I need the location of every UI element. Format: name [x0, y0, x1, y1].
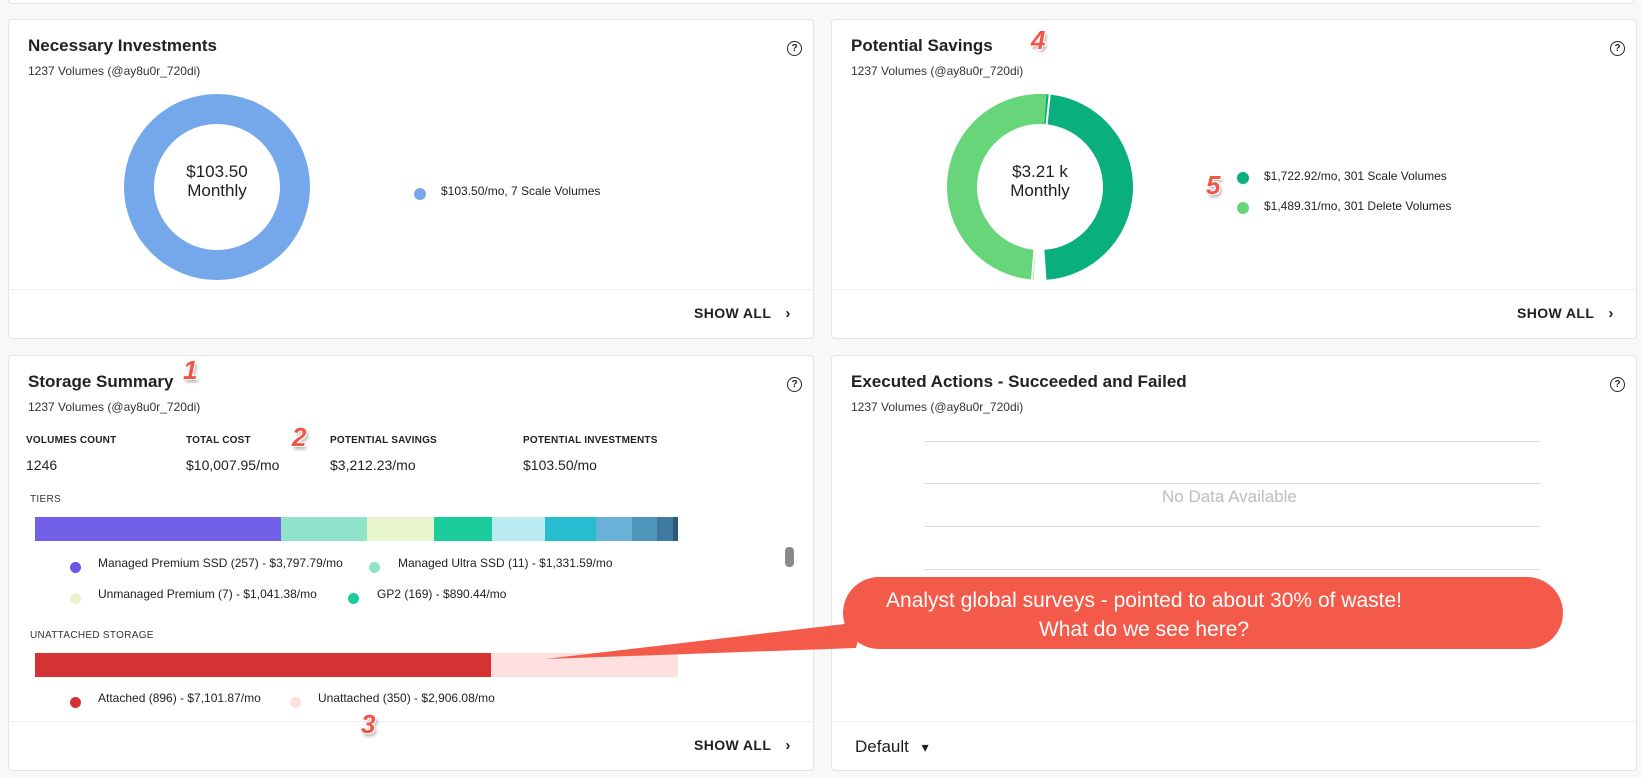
callout-line-2: What do we see here?	[1038, 618, 1250, 641]
annotation-number-1: 1	[183, 355, 198, 385]
callout-bubble	[545, 577, 1563, 659]
annotation-number-5: 5	[1206, 170, 1221, 200]
annotation-number-4: 4	[1031, 25, 1046, 55]
annotation-number-2: 2	[292, 422, 307, 452]
callout-bubble-tail	[545, 622, 862, 659]
annotation-number-3: 3	[361, 709, 376, 739]
callout-line-1: Analyst global surveys - pointed to abou…	[886, 589, 1402, 612]
callout-bubble-text: Analyst global surveys - pointed to abou…	[826, 586, 1462, 644]
